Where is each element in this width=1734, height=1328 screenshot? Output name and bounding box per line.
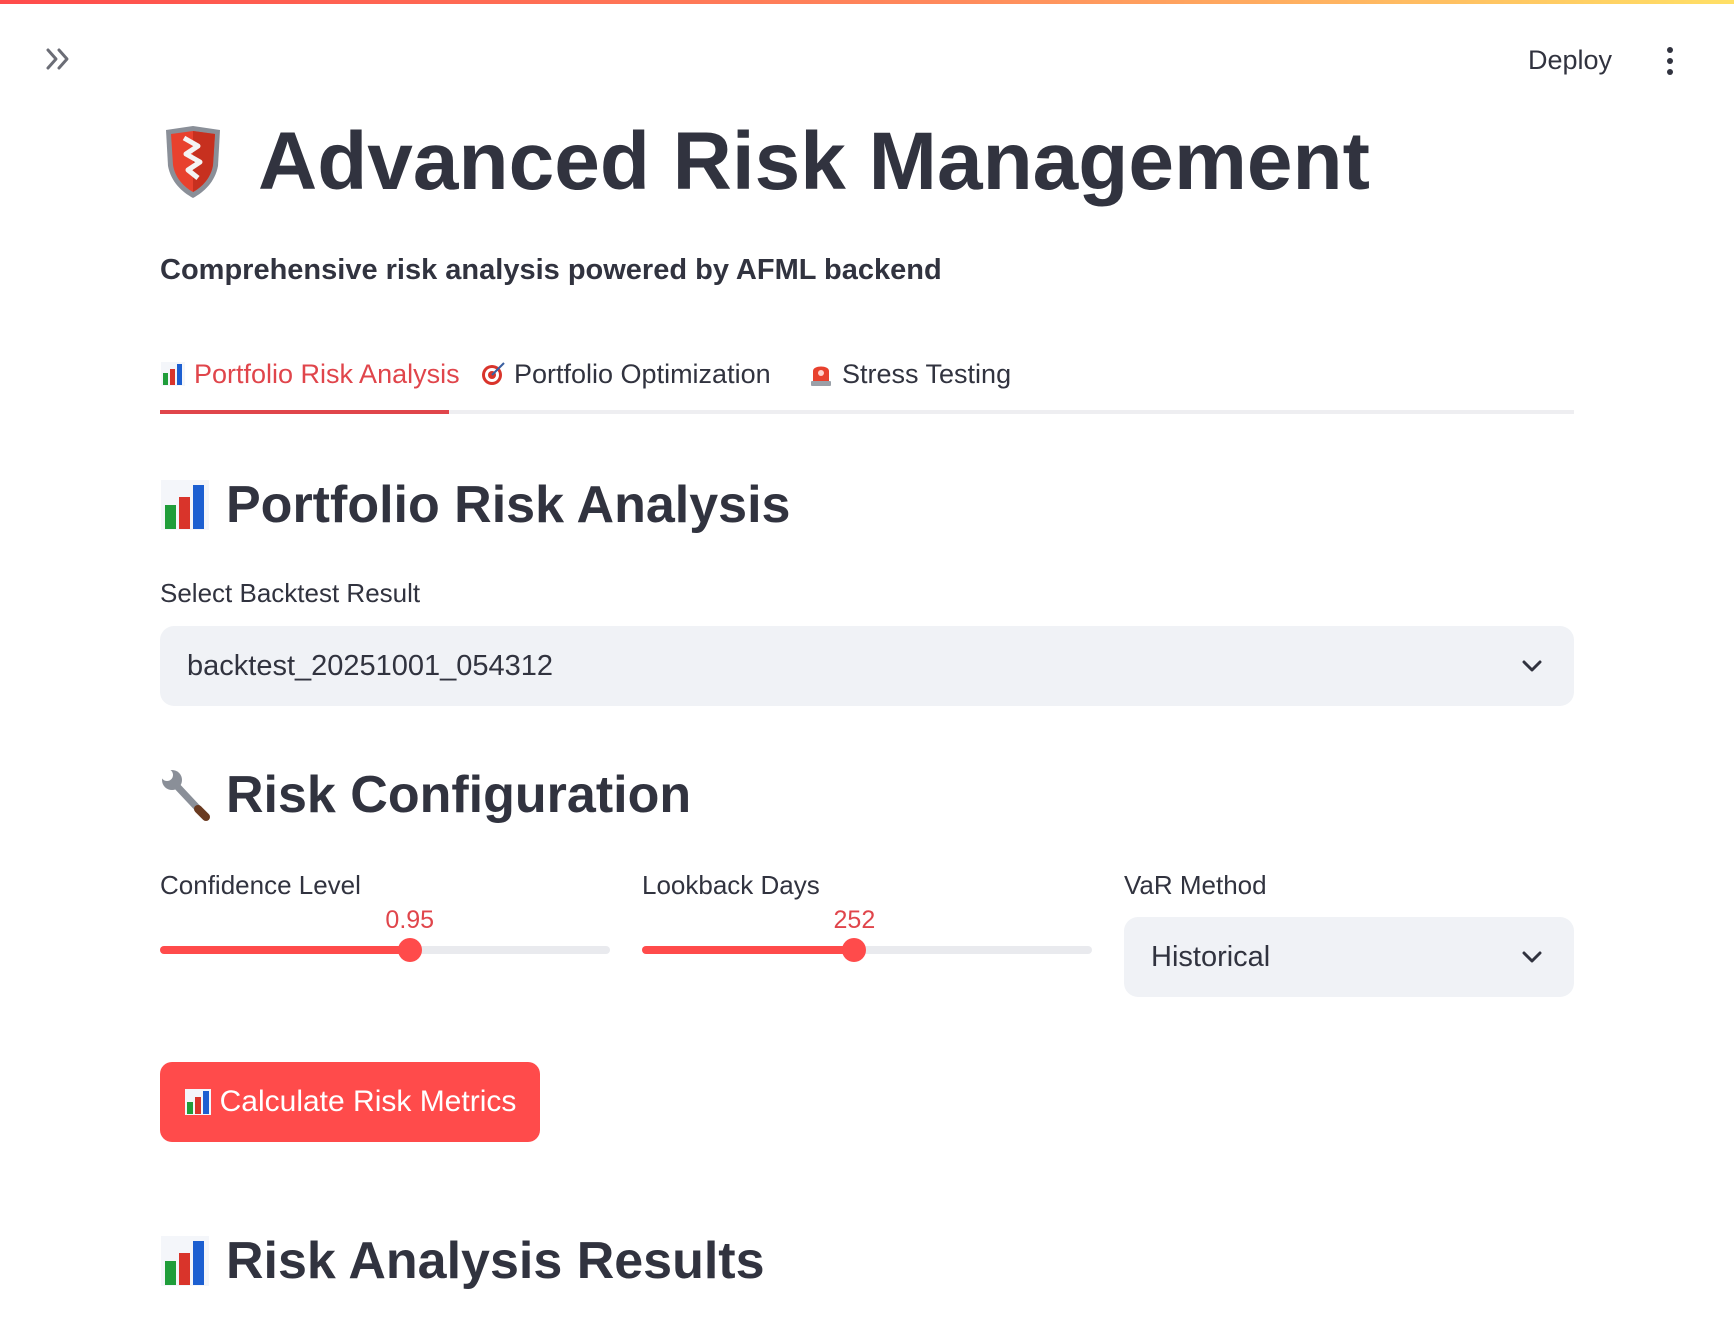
var-method-select-value: Historical — [1151, 941, 1271, 973]
chevron-down-icon — [1522, 951, 1542, 963]
backtest-select-value: backtest_20251001_054312 — [187, 650, 554, 682]
page-title-text: Advanced Risk Management — [258, 116, 1370, 207]
chevron-down-icon — [1522, 660, 1542, 672]
section-heading-risk-configuration: Risk Configuration — [160, 760, 691, 830]
deploy-button[interactable]: Deploy — [1520, 40, 1620, 80]
menu-dot — [1667, 69, 1673, 75]
tab-label: Stress Testing — [842, 358, 1012, 389]
slider-value: 0.95 — [385, 906, 435, 934]
slider-thumb[interactable] — [842, 938, 867, 962]
bar-chart-icon — [161, 480, 209, 530]
lookback-days-label: Lookback Days — [642, 870, 820, 900]
page-subtitle: Comprehensive risk analysis powered by A… — [160, 254, 942, 286]
select-backtest-label: Select Backtest Result — [160, 578, 421, 608]
confidence-level-label: Confidence Level — [160, 870, 361, 900]
shield-icon — [166, 126, 220, 198]
double-chevron-right-icon — [46, 48, 69, 70]
section-heading-risk-analysis-results: Risk Analysis Results — [160, 1226, 765, 1296]
lookback-days-slider[interactable]: 252 — [642, 906, 1092, 966]
slider-fill — [642, 946, 855, 954]
page-title: Advanced Risk Management — [160, 112, 1560, 212]
expand-sidebar-icon[interactable] — [44, 44, 84, 76]
slider-thumb[interactable] — [397, 938, 422, 962]
slider-fill — [160, 946, 410, 954]
bar-chart-icon — [161, 362, 185, 386]
active-tab-indicator — [160, 410, 449, 414]
confidence-level-slider[interactable]: 0.95 — [160, 906, 610, 966]
bar-chart-icon — [161, 1236, 209, 1286]
tab-portfolio-optimization[interactable]: Portfolio Optimization — [480, 352, 771, 396]
section-heading-text: Portfolio Risk Analysis — [226, 476, 791, 534]
siren-icon — [811, 366, 831, 386]
backtest-select[interactable]: backtest_20251001_054312 — [160, 626, 1574, 706]
wrench-icon — [161, 769, 210, 821]
section-heading-text: Risk Analysis Results — [226, 1232, 765, 1290]
tab-label: Portfolio Risk Analysis — [194, 358, 460, 389]
section-heading-text: Risk Configuration — [226, 766, 692, 824]
tab-label: Portfolio Optimization — [514, 358, 771, 389]
var-method-label: VaR Method — [1124, 870, 1267, 900]
slider-value: 252 — [833, 906, 876, 934]
main-menu-button[interactable] — [1655, 44, 1685, 78]
menu-dot — [1667, 58, 1673, 64]
tab-portfolio-risk-analysis[interactable]: Portfolio Risk Analysis — [160, 352, 460, 396]
bar-chart-icon — [184, 1089, 211, 1115]
var-method-select[interactable]: Historical — [1124, 917, 1574, 997]
tab-stress-testing[interactable]: Stress Testing — [808, 352, 1011, 396]
section-heading-portfolio-risk-analysis: Portfolio Risk Analysis — [160, 470, 790, 540]
vertical-dots-icon — [1667, 47, 1673, 53]
target-icon — [482, 362, 505, 385]
calculate-risk-metrics-button[interactable]: Calculate Risk Metrics — [160, 1062, 540, 1142]
button-label: Calculate Risk Metrics — [219, 1085, 517, 1118]
top-decoration-bar — [0, 0, 1734, 4]
